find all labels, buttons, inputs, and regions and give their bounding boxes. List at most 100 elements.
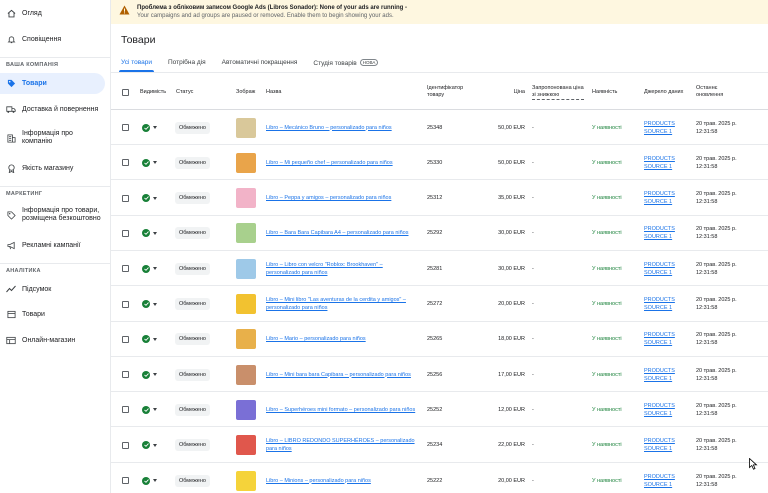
select-all-checkbox[interactable] xyxy=(122,74,129,110)
data-source-link[interactable]: PRODUCTS SOURCE 1 xyxy=(644,225,678,241)
tab-all-products[interactable]: Усі товари xyxy=(115,53,158,72)
product-thumbnail[interactable] xyxy=(236,110,256,145)
product-name-cell: Libro – Superhéroes mini formato – perso… xyxy=(266,392,416,427)
column-name[interactable]: Назва xyxy=(266,74,281,110)
row-checkbox[interactable] xyxy=(122,110,129,145)
table-row[interactable]: Обмежено Libro – Superhéroes mini formato… xyxy=(111,392,768,428)
data-source-link[interactable]: PRODUCTS SOURCE 1 xyxy=(644,155,678,171)
table-row[interactable]: Обмежено Libro – Peppa y amigos – persona… xyxy=(111,181,768,216)
sidebar-item-free-listings[interactable]: Інформація про товари, розміщена безкошт… xyxy=(0,201,110,229)
data-source-link[interactable]: PRODUCTS SOURCE 1 xyxy=(644,190,678,206)
product-name-link[interactable]: Libro – Minions – personalizado para niñ… xyxy=(266,477,371,485)
data-source-link[interactable]: PRODUCTS SOURCE 1 xyxy=(644,437,678,453)
product-name-link[interactable]: Libro – Mini libro "Las aventuras de la … xyxy=(266,296,416,312)
status-cell: Обмежено xyxy=(175,216,210,251)
visibility-dropdown[interactable] xyxy=(142,392,157,427)
tab-action-needed[interactable]: Потрібна дія xyxy=(162,53,212,72)
sidebar-item-ad-campaigns[interactable]: Рекламні кампанії xyxy=(0,234,110,256)
data-source-link[interactable]: PRODUCTS SOURCE 1 xyxy=(644,296,678,312)
column-id[interactable]: Ідентифікатор товару xyxy=(427,74,471,110)
visibility-dropdown[interactable] xyxy=(142,216,157,251)
sidebar-item-shipping[interactable]: Доставка й повернення xyxy=(0,98,110,120)
sidebar-item-products[interactable]: Товари xyxy=(0,73,105,94)
tab-product-studio[interactable]: Студія товарів НОВА xyxy=(307,53,384,72)
product-thumbnail[interactable] xyxy=(236,216,256,251)
product-name-link[interactable]: Libro – LIBRO REDONDO SUPERHÉROES – pers… xyxy=(266,437,416,453)
row-checkbox[interactable] xyxy=(122,428,129,463)
visibility-dropdown[interactable] xyxy=(142,322,157,357)
product-name-link[interactable]: Libro – Libro con velcro "Roblox: Brookh… xyxy=(266,261,416,277)
table-row[interactable]: Обмежено Libro – LIBRO REDONDO SUPERHÉROE… xyxy=(111,428,768,463)
row-checkbox[interactable] xyxy=(122,216,129,251)
column-status[interactable]: Статус xyxy=(176,74,193,110)
table-row[interactable]: Обмежено Libro – Bara Bara Capibara A4 – … xyxy=(111,216,768,251)
product-name-link[interactable]: Libro – Mini bara bara Capibara – person… xyxy=(266,371,411,379)
table-row[interactable]: Обмежено Libro – Mini libro "Las aventura… xyxy=(111,287,768,322)
sidebar-item-analytics-products[interactable]: Товари xyxy=(0,303,110,325)
product-thumbnail[interactable] xyxy=(236,463,256,493)
row-checkbox[interactable] xyxy=(122,251,129,286)
data-source-link[interactable]: PRODUCTS SOURCE 1 xyxy=(644,120,678,136)
product-thumbnail[interactable] xyxy=(236,322,256,357)
page-title: Товари xyxy=(121,34,156,46)
table-row[interactable]: Обмежено Libro – Libro con velcro "Roblox… xyxy=(111,251,768,287)
column-price[interactable]: Ціна xyxy=(491,74,525,110)
column-last-updated[interactable]: Останнє оновлення xyxy=(696,74,736,110)
visibility-dropdown[interactable] xyxy=(142,357,157,392)
table-row[interactable]: Обмежено Libro – Mario – personalizado pa… xyxy=(111,322,768,357)
product-name-link[interactable]: Libro – Superhéroes mini formato – perso… xyxy=(266,406,415,414)
product-thumbnail[interactable] xyxy=(236,145,256,180)
visibility-dropdown[interactable] xyxy=(142,463,157,493)
sidebar-item-online-store[interactable]: Онлайн-магазин xyxy=(0,329,110,351)
row-checkbox[interactable] xyxy=(122,145,129,180)
sidebar-item-store-quality[interactable]: Якість магазину xyxy=(0,157,110,179)
chevron-down-icon xyxy=(153,161,157,165)
column-availability[interactable]: Наявність xyxy=(592,74,617,110)
product-thumbnail[interactable] xyxy=(236,357,256,392)
suggested-price: - xyxy=(532,159,534,166)
data-source-cell: PRODUCTS SOURCE 1 xyxy=(644,145,678,180)
row-checkbox[interactable] xyxy=(122,463,129,493)
row-checkbox[interactable] xyxy=(122,181,129,216)
product-thumbnail[interactable] xyxy=(236,287,256,322)
data-source-link[interactable]: PRODUCTS SOURCE 1 xyxy=(644,473,678,489)
last-updated: 20 трав. 2025 р. 12:31:58 xyxy=(696,261,737,276)
data-source-link[interactable]: PRODUCTS SOURCE 1 xyxy=(644,402,678,418)
data-source-cell: PRODUCTS SOURCE 1 xyxy=(644,357,678,392)
tab-auto-improvements[interactable]: Автоматичні покращення xyxy=(216,53,304,72)
sidebar-item-business-info[interactable]: Інформація про компанію xyxy=(0,124,110,152)
product-name-link[interactable]: Libro – Mecánico Bruno – personalizado p… xyxy=(266,124,392,132)
visibility-dropdown[interactable] xyxy=(142,428,157,463)
sidebar-item-notifications[interactable]: Сповіщення xyxy=(0,28,110,50)
visibility-dropdown[interactable] xyxy=(142,251,157,286)
product-name-link[interactable]: Libro – Mi pequeño chef – personalizado … xyxy=(266,159,393,167)
data-source-link[interactable]: PRODUCTS SOURCE 1 xyxy=(644,367,678,383)
product-name-link[interactable]: Libro – Bara Bara Capibara A4 – personal… xyxy=(266,229,408,237)
product-thumbnail[interactable] xyxy=(236,181,256,216)
visibility-dropdown[interactable] xyxy=(142,181,157,216)
row-checkbox[interactable] xyxy=(122,287,129,322)
column-data-source[interactable]: Джерело даних xyxy=(644,74,683,110)
row-checkbox[interactable] xyxy=(122,392,129,427)
sidebar-item-label: Сповіщення xyxy=(22,35,62,43)
table-row[interactable]: Обмежено Libro – Mi pequeño chef – person… xyxy=(111,145,768,181)
visibility-dropdown[interactable] xyxy=(142,110,157,145)
product-name-link[interactable]: Libro – Mario – personalizado para niños xyxy=(266,335,366,343)
row-checkbox[interactable] xyxy=(122,322,129,357)
data-source-link[interactable]: PRODUCTS SOURCE 1 xyxy=(644,261,678,277)
visibility-dropdown[interactable] xyxy=(142,145,157,180)
sidebar-item-summary[interactable]: Підсумок xyxy=(0,278,110,300)
data-source-link[interactable]: PRODUCTS SOURCE 1 xyxy=(644,331,678,347)
table-row[interactable]: Обмежено Libro – Minions – personalizado … xyxy=(111,463,768,493)
row-checkbox[interactable] xyxy=(122,357,129,392)
table-row[interactable]: Обмежено Libro – Mini bara bara Capibara … xyxy=(111,357,768,393)
column-visible[interactable]: Видимість xyxy=(140,74,166,110)
column-suggested-price[interactable]: Запропонована ціна зі знижкою xyxy=(532,74,584,110)
product-name-link[interactable]: Libro – Peppa y amigos – personalizado p… xyxy=(266,194,391,202)
table-row[interactable]: Обмежено Libro – Mecánico Bruno – persona… xyxy=(111,110,768,145)
product-thumbnail[interactable] xyxy=(236,428,256,463)
sidebar-item-overview[interactable]: Огляд xyxy=(0,2,110,24)
product-thumbnail[interactable] xyxy=(236,251,256,286)
product-thumbnail[interactable] xyxy=(236,392,256,427)
visibility-dropdown[interactable] xyxy=(142,287,157,322)
